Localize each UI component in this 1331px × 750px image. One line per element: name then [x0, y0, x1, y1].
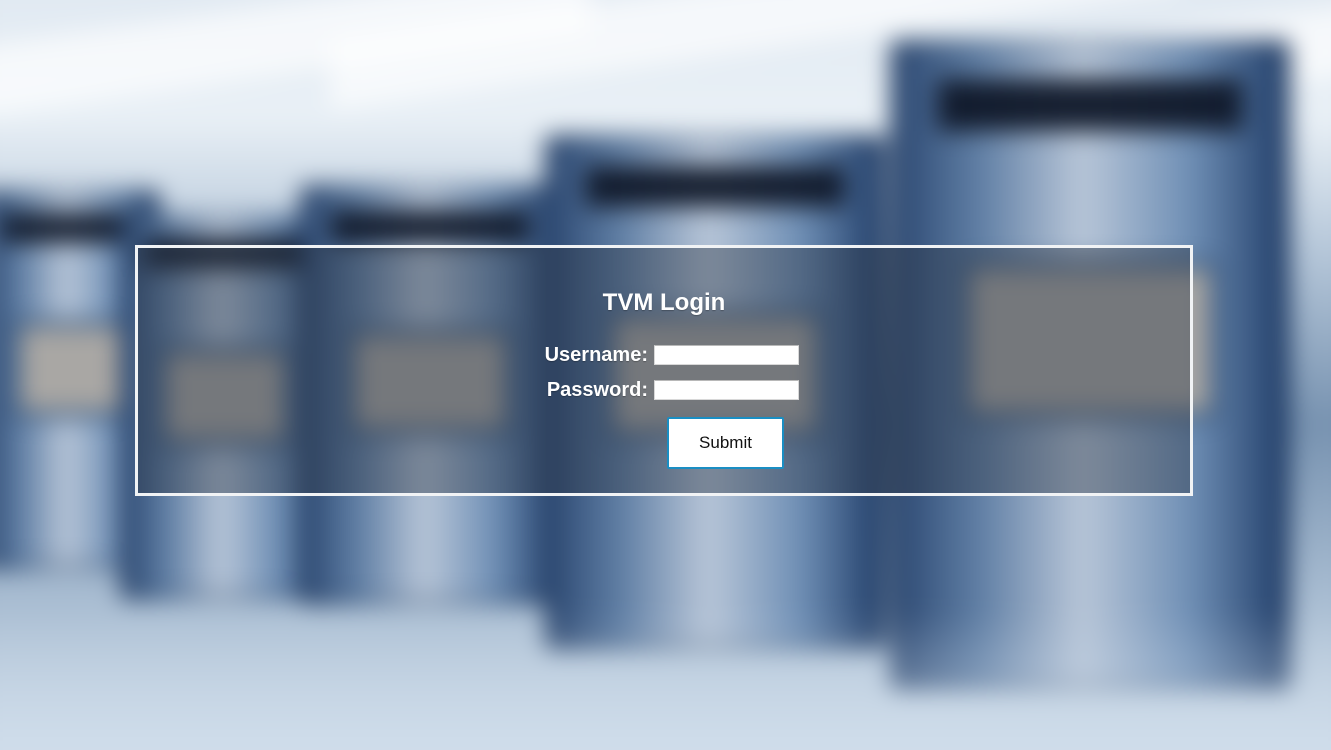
username-label: Username: [544, 344, 648, 366]
login-panel: TVM Login Username: Password: Submit [135, 245, 1193, 496]
username-input[interactable] [654, 345, 799, 365]
password-label: Password: [546, 379, 648, 401]
username-row: Username: [533, 343, 805, 367]
password-row: Password: [533, 378, 805, 402]
floor-glow [0, 610, 1331, 750]
submit-button[interactable]: Submit [667, 417, 784, 469]
login-page: TVM Login Username: Password: Submit [0, 0, 1331, 750]
login-title: TVM Login [602, 289, 726, 316]
password-input[interactable] [654, 380, 799, 400]
